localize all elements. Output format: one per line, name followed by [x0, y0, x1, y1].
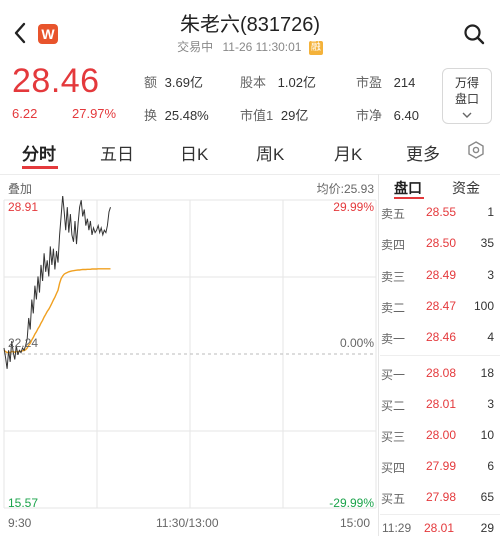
stat-value: 6.40 [393, 108, 419, 123]
price-change: 6.22 [12, 106, 38, 121]
stat-value: 25.48% [164, 108, 209, 123]
intraday-chart [3, 196, 377, 509]
stat-pe: 市盈 214 [356, 72, 415, 91]
panel-divider [378, 174, 379, 536]
wind-orderbook-button[interactable]: 万得 盘口 [442, 68, 492, 124]
x-end-label: 15:00 [340, 516, 371, 530]
y-mid-right: 0.00% [339, 336, 374, 350]
trade-volume: 29 [480, 521, 494, 535]
orderbook-level-volume: 35 [480, 236, 494, 250]
y-bottom-right: -29.99% [329, 496, 374, 510]
orderbook-level-volume: 1 [487, 205, 494, 219]
stat-key: 额 [144, 75, 158, 90]
tab-funds[interactable]: 资金 [452, 178, 480, 198]
orderbook-level-price: 28.00 [426, 428, 457, 442]
stat-shares: 股本 1.02亿 [240, 72, 316, 91]
orderbook-level-volume: 65 [480, 490, 494, 504]
orderbook-level-volume: 18 [480, 366, 494, 380]
orderbook-level-price: 28.49 [426, 268, 457, 282]
orderbook-level-price: 28.50 [426, 236, 457, 250]
chart-grid [3, 199, 377, 509]
stat-value: 3.69亿 [164, 75, 203, 90]
orderbook-level-label: 买四 [381, 461, 406, 475]
tab-five-day[interactable]: 五日 [100, 140, 134, 165]
orderbook-level-volume: 10 [480, 428, 494, 442]
orderbook-level-price: 28.47 [426, 299, 457, 313]
stat-market-cap: 市值1 29亿 [240, 105, 308, 124]
orderbook-level-volume: 4 [487, 330, 494, 344]
orderbook-level-price: 27.98 [426, 490, 457, 504]
avg-price-label: 均价:25.93 [316, 182, 374, 196]
stat-value: 29亿 [280, 108, 309, 123]
orderbook-level-label: 买一 [381, 368, 406, 382]
orderbook-level-label: 卖五 [381, 207, 406, 221]
stat-key: 换 [144, 108, 158, 123]
tab-intraday[interactable]: 分时 [22, 140, 56, 165]
ask-bid-divider [380, 355, 500, 356]
orderbook-tab-indicator [394, 197, 424, 199]
orderbook-level-label: 买三 [381, 430, 406, 444]
margin-badge: 融 [308, 41, 323, 55]
chevron-down-icon [462, 112, 472, 118]
current-price: 28.46 [12, 62, 100, 100]
tab-orderbook[interactable]: 盘口 [394, 178, 422, 198]
stat-value: 1.02亿 [277, 75, 316, 90]
wande-label-2: 盘口 [454, 92, 479, 106]
orderbook-level-volume: 6 [487, 459, 494, 473]
orderbook-level-price: 28.08 [426, 366, 457, 380]
orderbook-level-volume: 100 [473, 299, 494, 313]
orderbook-level-label: 买五 [381, 492, 406, 506]
orderbook-level-label: 卖三 [381, 270, 406, 284]
orderbook-level-price: 27.99 [426, 459, 457, 473]
orderbook-level-label: 卖一 [381, 332, 406, 346]
trading-status: 交易中 11-26 11:30:01 融 [0, 38, 500, 55]
wande-label-1: 万得 [454, 76, 479, 90]
tab-more[interactable]: 更多 [406, 140, 440, 165]
tab-weekly-k[interactable]: 周K [256, 140, 284, 165]
stat-key: 市净 [356, 108, 383, 123]
y-top-left: 28.91 [8, 200, 39, 214]
price-change-pct: 27.97% [72, 106, 117, 121]
y-bottom-left: 15.57 [8, 496, 39, 510]
stat-turnover: 换 25.48% [144, 105, 209, 124]
y-mid-left: 22.24 [8, 336, 39, 350]
orderbook-level-label: 卖四 [381, 238, 406, 252]
trade-time: 11:29 [382, 521, 412, 535]
status-text: 交易中 [177, 40, 214, 54]
stock-title: 朱老六(831726) [179, 14, 321, 36]
stat-value: 214 [393, 75, 416, 90]
orderbook-level-label: 卖二 [381, 301, 406, 315]
orderbook-level-price: 28.01 [426, 397, 457, 411]
settings-hexagon-icon[interactable] [466, 140, 486, 160]
overlay-button[interactable]: 叠加 [8, 180, 32, 197]
stat-key: 市值1 [240, 108, 274, 123]
tab-monthly-k[interactable]: 月K [334, 140, 362, 165]
orderbook-level-volume: 3 [487, 397, 494, 411]
orderbook-level-label: 买二 [381, 399, 406, 413]
stat-key: 市盈 [356, 75, 383, 90]
orderbook-level-price: 28.55 [426, 205, 457, 219]
search-icon[interactable] [462, 22, 486, 46]
x-mid-label: 11:30/13:00 [156, 516, 219, 530]
stat-pb: 市净 6.40 [356, 105, 419, 124]
trade-price: 28.01 [424, 521, 455, 535]
stat-amount: 额 3.69亿 [144, 72, 203, 91]
tabs-divider [0, 174, 500, 175]
status-datetime: 11-26 11:30:01 [222, 40, 302, 54]
trades-divider [380, 514, 500, 515]
y-top-right: 29.99% [333, 200, 374, 214]
orderbook-level-price: 28.46 [426, 330, 457, 344]
tab-daily-k[interactable]: 日K [180, 140, 208, 165]
stat-key: 股本 [240, 75, 267, 90]
active-tab-indicator [22, 166, 58, 169]
x-start-label: 9:30 [8, 516, 32, 530]
orderbook-level-volume: 3 [487, 268, 494, 282]
